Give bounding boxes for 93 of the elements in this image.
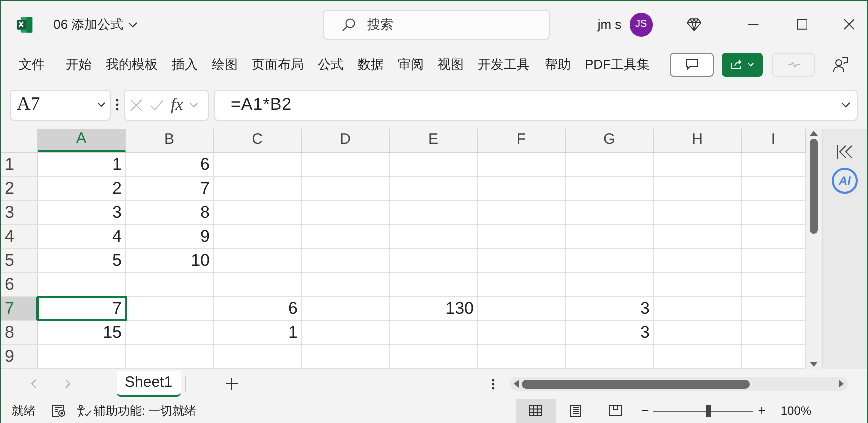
caret-icon: [748, 62, 754, 66]
menu-tab[interactable]: 开始: [66, 54, 92, 74]
diamond-icon[interactable]: [687, 18, 702, 32]
insert-function-button[interactable]: fx: [171, 92, 184, 118]
table-cell[interactable]: 130: [390, 297, 478, 320]
comments-button[interactable]: [670, 52, 714, 76]
table-cell[interactable]: 6: [214, 297, 302, 320]
search-placeholder: 搜索: [368, 16, 394, 34]
table-cell[interactable]: 5: [38, 249, 126, 272]
more-options-icon[interactable]: [492, 378, 495, 390]
menu-tab[interactable]: PDF工具集: [585, 54, 650, 74]
scroll-left-icon[interactable]: [514, 380, 519, 388]
zoom-slider[interactable]: [653, 405, 754, 417]
zoom-in-button[interactable]: +: [758, 401, 766, 421]
accessibility-status[interactable]: 辅助功能: 一切就绪: [94, 402, 197, 420]
table-cell[interactable]: 10: [126, 249, 214, 272]
close-icon[interactable]: [844, 19, 856, 30]
horizontal-scrollbar[interactable]: [510, 377, 848, 391]
formula-input[interactable]: =A1*B2: [214, 90, 858, 120]
check-icon[interactable]: [150, 100, 164, 110]
status-text: 就绪: [12, 403, 36, 420]
expand-caret-icon[interactable]: [841, 102, 851, 108]
collapse-icon[interactable]: [837, 145, 853, 159]
menu-tab[interactable]: 审阅: [398, 54, 424, 74]
column-header[interactable]: E: [390, 129, 478, 152]
page-break-view-icon: [608, 405, 623, 417]
zoom-level[interactable]: 100%: [780, 402, 812, 420]
row-header[interactable]: 1: [1, 153, 38, 176]
table-cell[interactable]: 3: [566, 297, 654, 320]
more-options-icon[interactable]: [116, 99, 119, 111]
page-layout-view-icon: [568, 405, 583, 417]
table-cell[interactable]: 15: [38, 321, 126, 344]
row-header[interactable]: 5: [1, 249, 38, 272]
table-cell[interactable]: 1: [214, 321, 302, 344]
menu-tab[interactable]: 开发工具: [478, 54, 530, 74]
file-name-dropdown[interactable]: 06 添加公式: [54, 14, 138, 34]
macro-recording-icon[interactable]: [52, 405, 66, 417]
row-header[interactable]: 3: [1, 201, 38, 224]
accessibility-icon[interactable]: [77, 404, 91, 418]
menu-tab[interactable]: 文件: [19, 54, 45, 74]
avatar[interactable]: JS: [630, 12, 654, 36]
menu-tab[interactable]: 帮助: [545, 54, 571, 74]
table-cell[interactable]: 3: [566, 321, 654, 344]
table-cell[interactable]: 9: [126, 225, 214, 248]
table-cell[interactable]: 6: [126, 153, 214, 176]
row-header[interactable]: 9: [1, 345, 38, 368]
normal-view-button[interactable]: [516, 399, 556, 423]
table-cell[interactable]: 7: [38, 297, 126, 320]
row-header[interactable]: 8: [1, 321, 38, 344]
column-header[interactable]: H: [654, 129, 742, 152]
share-button[interactable]: [722, 52, 763, 76]
menu-tab[interactable]: 公式: [318, 54, 344, 74]
table-cell[interactable]: 1: [38, 153, 126, 176]
scrollbar-thumb[interactable]: [522, 380, 750, 388]
zoom-out-button[interactable]: −: [642, 401, 650, 421]
add-sheet-icon[interactable]: [226, 378, 238, 390]
scrollbar-thumb[interactable]: [810, 139, 818, 234]
user-name: jm s: [598, 16, 622, 34]
person-feedback-icon[interactable]: [833, 56, 849, 72]
table-cell[interactable]: 7: [126, 177, 214, 200]
menu-tab[interactable]: 数据: [358, 54, 384, 74]
column-header[interactable]: D: [302, 129, 390, 152]
menu-tab[interactable]: 我的模板: [106, 54, 158, 74]
column-header[interactable]: B: [126, 129, 214, 152]
table-cell[interactable]: 3: [38, 201, 126, 224]
column-header[interactable]: F: [478, 129, 566, 152]
menu-tab[interactable]: 视图: [438, 54, 464, 74]
maximize-icon[interactable]: [796, 19, 808, 30]
scroll-right-icon[interactable]: [838, 380, 844, 388]
search-field[interactable]: 搜索: [322, 10, 550, 40]
menu-tab[interactable]: 插入: [172, 54, 198, 74]
column-header[interactable]: C: [214, 129, 302, 152]
normal-view-icon: [528, 405, 543, 417]
row-header[interactable]: 2: [1, 177, 38, 200]
menu-tab[interactable]: 页面布局: [252, 54, 304, 74]
chevron-down-icon: [128, 22, 138, 28]
row-header[interactable]: 4: [1, 225, 38, 248]
scroll-down-icon[interactable]: [810, 362, 818, 367]
name-box[interactable]: A7: [10, 90, 111, 120]
scroll-up-icon[interactable]: [810, 131, 818, 136]
table-cell[interactable]: 2: [38, 177, 126, 200]
comment-icon: [686, 59, 698, 70]
spreadsheet-app-icon: [16, 16, 34, 34]
table-cell[interactable]: 4: [38, 225, 126, 248]
row-header[interactable]: 6: [1, 273, 38, 296]
share-icon: [731, 59, 743, 70]
table-cell[interactable]: 8: [126, 201, 214, 224]
minimize-icon[interactable]: [748, 24, 759, 26]
search-icon: [342, 18, 356, 32]
menu-tab[interactable]: 绘图: [212, 54, 238, 74]
pulse-icon: [788, 62, 800, 68]
column-header[interactable]: G: [566, 129, 654, 152]
sheet-tab[interactable]: Sheet1: [117, 371, 181, 397]
